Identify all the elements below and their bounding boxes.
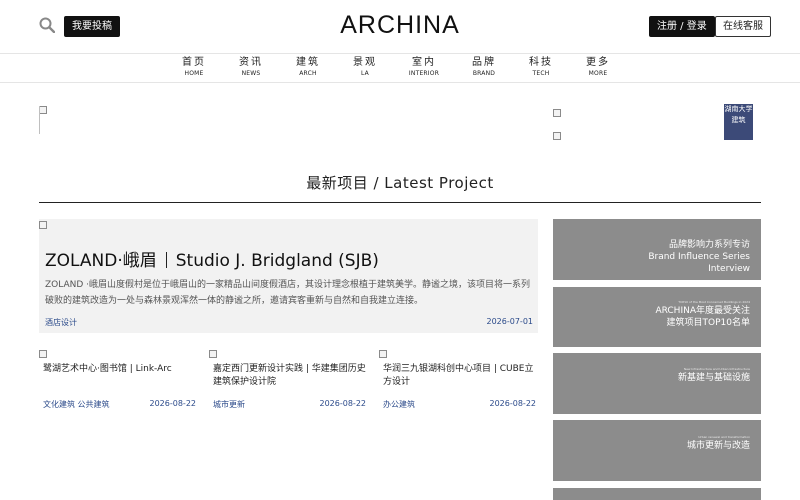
- card-image[interactable]: [379, 350, 387, 358]
- card-title[interactable]: 鹭湖艺术中心·图书馆 | Link-Arc: [43, 363, 199, 376]
- nav-label-zh: 室内: [412, 57, 436, 68]
- featured-project-card[interactable]: ZOLAND·峨眉 Studio J. Bridgland (SJB) ZOLAN…: [39, 219, 538, 333]
- ad-image-1[interactable]: [553, 109, 561, 117]
- sidebar-block-urban-renewal[interactable]: Urban renewal and transformation 城市更新与改造: [553, 420, 761, 481]
- card-image[interactable]: [209, 350, 217, 358]
- nav-item-home[interactable]: 首页 HOME: [169, 57, 219, 78]
- nav-label-zh: 景观: [353, 57, 377, 68]
- banner-divider: [39, 106, 40, 134]
- nav-label-zh: 建筑: [296, 57, 320, 68]
- sidebar-line: Interview: [708, 264, 750, 274]
- ad-image-2[interactable]: [553, 132, 561, 140]
- nav-label-en: LA: [361, 70, 369, 77]
- card-date: 2026-08-22: [489, 399, 537, 408]
- nav-label-en: MORE: [588, 70, 608, 77]
- sidebar-block-top10[interactable]: TOP10 of the Most Concerned Buildings in…: [553, 287, 761, 347]
- sidebar-line: ARCHINA年度最受关注: [655, 306, 750, 316]
- nav-item-brand[interactable]: 品牌 BRAND: [459, 57, 509, 78]
- site-header: 我要投稿 ARCHINA 注册 / 登录 在线客服: [0, 0, 800, 54]
- featured-title[interactable]: ZOLAND·峨眉 Studio J. Bridgland (SJB): [45, 246, 379, 271]
- nav-item-la[interactable]: 景观 LA: [340, 57, 390, 78]
- project-card[interactable]: 嘉定西门更新设计实践 | 华建集团历史建筑保护设计院 城市更新 2026-08-…: [209, 350, 369, 414]
- nav-item-more[interactable]: 更多 MORE: [573, 57, 623, 78]
- featured-title-en: Studio J. Bridgland (SJB): [175, 251, 379, 271]
- ad-tile[interactable]: 湖南大学建筑: [724, 104, 753, 140]
- online-service-button[interactable]: 在线客服: [715, 16, 771, 37]
- featured-image[interactable]: [39, 221, 47, 229]
- main-nav: 首页 HOME 资讯 NEWS 建筑 ARCH 景观 LA 室内 INTERIO…: [0, 54, 800, 83]
- card-tags[interactable]: 办公建筑: [383, 399, 415, 410]
- sidebar-line: 新基建与基础设施: [677, 373, 750, 383]
- nav-label-zh: 品牌: [472, 57, 496, 68]
- nav-item-interior[interactable]: 室内 INTERIOR: [399, 57, 449, 78]
- sidebar-block-brand-interview[interactable]: 品牌影响力系列专访 Brand Influence Series Intervi…: [553, 219, 761, 280]
- featured-title-zh: ZOLAND·峨眉: [45, 251, 157, 271]
- card-image[interactable]: [39, 350, 47, 358]
- featured-description: ZOLAND ·峨眉山度假村是位于峨眉山的一家精品山间度假酒店，其设计理念根植于…: [45, 280, 531, 306]
- sidebar-line: 品牌影响力系列专访: [668, 240, 750, 250]
- sidebar-line: Brand Influence Series: [648, 252, 750, 262]
- card-date: 2026-08-22: [149, 399, 197, 408]
- nav-label-en: ARCH: [299, 70, 317, 77]
- card-date: 2026-08-22: [319, 399, 367, 408]
- featured-tag[interactable]: 酒店设计: [45, 317, 77, 328]
- section-title: 最新项目 / Latest Project: [306, 174, 494, 192]
- nav-label-en: TECH: [532, 70, 550, 77]
- nav-label-en: NEWS: [241, 70, 261, 77]
- nav-label-en: BRAND: [472, 70, 496, 77]
- project-card[interactable]: 华润三九银湖科创中心项目 | CUBE立方设计 办公建筑 2026-08-22: [379, 350, 539, 414]
- title-separator: [165, 252, 167, 268]
- section-divider: [39, 202, 761, 203]
- nav-label-zh: 科技: [529, 57, 553, 68]
- card-tags[interactable]: 文化建筑 公共建筑: [43, 399, 110, 410]
- featured-date: 2026-07-01: [486, 317, 534, 326]
- nav-item-arch[interactable]: 建筑 ARCH: [283, 57, 333, 78]
- project-card[interactable]: 鹭湖艺术中心·图书馆 | Link-Arc 文化建筑 公共建筑 2026-08-…: [39, 350, 199, 414]
- nav-label-zh: 更多: [586, 57, 610, 68]
- nav-label-zh: 资讯: [239, 57, 263, 68]
- nav-item-tech[interactable]: 科技 TECH: [516, 57, 566, 78]
- card-title[interactable]: 嘉定西门更新设计实践 | 华建集团历史建筑保护设计院: [213, 363, 369, 389]
- sidebar-line: 城市更新与改造: [686, 441, 750, 451]
- sidebar-line: 建筑项目TOP10名单: [666, 318, 750, 328]
- nav-item-news[interactable]: 资讯 NEWS: [226, 57, 276, 78]
- nav-label-en: INTERIOR: [408, 70, 440, 77]
- nav-label-en: HOME: [184, 70, 204, 77]
- card-title[interactable]: 华润三九银湖科创中心项目 | CUBE立方设计: [383, 363, 539, 389]
- nav-label-zh: 首页: [182, 57, 206, 68]
- login-register-button[interactable]: 注册 / 登录: [649, 16, 715, 37]
- card-tags[interactable]: 城市更新: [213, 399, 245, 410]
- sidebar-block-infrastructure[interactable]: New Infrastructure and Urban Infrastruct…: [553, 353, 761, 414]
- sidebar-block-next[interactable]: [553, 488, 761, 500]
- banner-image[interactable]: [39, 106, 47, 114]
